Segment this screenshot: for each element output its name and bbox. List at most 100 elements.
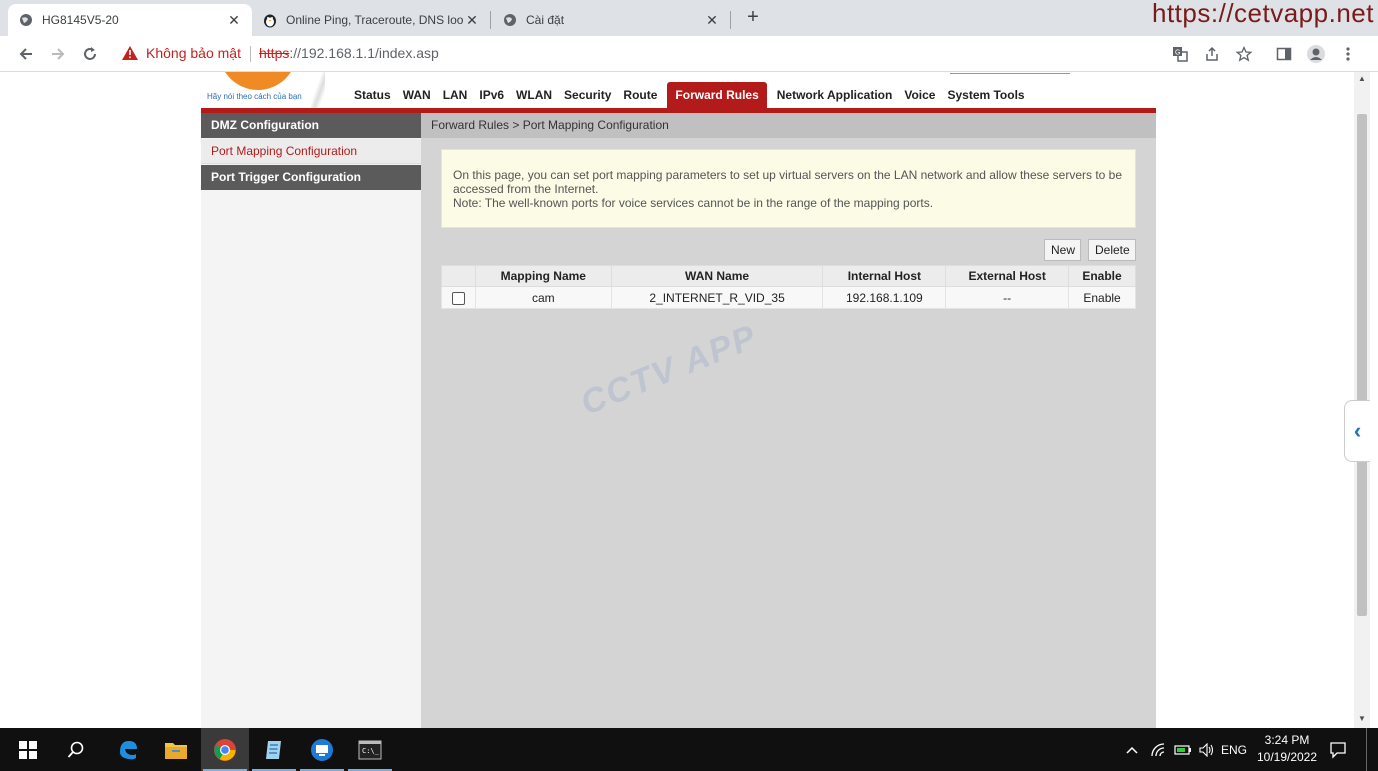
delete-button[interactable]: Delete bbox=[1088, 239, 1136, 261]
nav-wan[interactable]: WAN bbox=[397, 82, 437, 108]
url-watermark: https://cetvapp.net bbox=[1152, 0, 1374, 28]
router-header: Hãy nói theo cách của bạn Status WAN LAN… bbox=[201, 72, 1156, 108]
scroll-up-arrow-icon[interactable]: ▲ bbox=[1358, 74, 1366, 83]
col-wan-name: WAN Name bbox=[610, 265, 824, 287]
breadcrumb: Forward Rules > Port Mapping Configurati… bbox=[421, 113, 1156, 138]
tab-title: Cài đặt bbox=[526, 13, 565, 27]
penguin-icon bbox=[262, 12, 278, 28]
browser-menu-icon[interactable] bbox=[1338, 44, 1358, 64]
main-nav: Status WAN LAN IPv6 WLAN Security Route … bbox=[348, 82, 1031, 108]
chevron-left-icon: ‹ bbox=[1353, 418, 1362, 443]
brand-logo bbox=[219, 72, 297, 90]
input-language[interactable]: ENG bbox=[1220, 728, 1248, 771]
side-panel-icon[interactable] bbox=[1274, 44, 1294, 64]
battery-icon[interactable] bbox=[1172, 728, 1194, 771]
close-tab-icon[interactable]: ✕ bbox=[464, 12, 480, 29]
col-select bbox=[441, 265, 476, 287]
tab-cai-dat[interactable]: Cài đặt ✕ bbox=[492, 4, 730, 36]
port-mapping-table: Mapping Name WAN Name Internal Host Exte… bbox=[441, 265, 1136, 309]
col-external-host: External Host bbox=[945, 265, 1070, 287]
nav-wlan[interactable]: WLAN bbox=[510, 82, 558, 108]
security-indicator[interactable]: Không bảo mật bbox=[122, 45, 241, 61]
header-swoosh bbox=[311, 72, 325, 108]
reload-icon[interactable] bbox=[78, 42, 102, 66]
file-explorer-icon[interactable] bbox=[152, 728, 200, 771]
show-desktop-button[interactable] bbox=[1366, 728, 1370, 771]
nav-network-application[interactable]: Network Application bbox=[771, 82, 899, 108]
show-hidden-icons-chevron-icon[interactable] bbox=[1120, 728, 1144, 771]
table-header-row: Mapping Name WAN Name Internal Host Exte… bbox=[441, 265, 1136, 287]
globe-icon bbox=[18, 12, 34, 28]
table-row[interactable]: cam 2_INTERNET_R_VID_35 192.168.1.109 --… bbox=[441, 286, 1136, 309]
new-button[interactable]: New bbox=[1044, 239, 1081, 261]
tab-separator bbox=[730, 11, 731, 29]
wan-name-cell: 2_INTERNET_R_VID_35 bbox=[610, 286, 824, 309]
scroll-thumb[interactable] bbox=[1357, 114, 1367, 616]
edge-browser-icon[interactable] bbox=[104, 728, 152, 771]
sidebar-item-port-trigger[interactable]: Port Trigger Configuration bbox=[201, 165, 421, 190]
nav-voice[interactable]: Voice bbox=[898, 82, 941, 108]
col-internal-host: Internal Host bbox=[822, 265, 947, 287]
header-box-edge bbox=[950, 72, 1070, 74]
share-icon[interactable] bbox=[1202, 44, 1222, 64]
internal-host-cell: 192.168.1.109 bbox=[822, 286, 947, 309]
notice-line-1: On this page, you can set port mapping p… bbox=[453, 168, 1123, 196]
security-label: Không bảo mật bbox=[146, 45, 241, 61]
close-tab-icon[interactable]: ✕ bbox=[704, 12, 720, 29]
command-prompt-icon[interactable]: C:\_ bbox=[346, 728, 394, 771]
nav-system-tools[interactable]: System Tools bbox=[941, 82, 1030, 108]
system-clock[interactable]: 3:24 PM 10/19/2022 bbox=[1248, 732, 1326, 766]
network-wifi-icon[interactable] bbox=[1148, 728, 1170, 771]
chrome-taskbar-icon[interactable] bbox=[201, 728, 249, 771]
close-tab-icon[interactable]: ✕ bbox=[226, 12, 242, 29]
url-scheme: https bbox=[259, 45, 290, 61]
tab-hg8145v5[interactable]: HG8145V5-20 ✕ bbox=[8, 4, 252, 36]
windows-taskbar: C:\_ ENG 3:24 PM 10/19/2022 bbox=[0, 728, 1378, 771]
sidebar-item-dmz[interactable]: DMZ Configuration bbox=[201, 113, 421, 138]
svg-text:C:\_: C:\_ bbox=[362, 747, 380, 755]
nav-ipv6[interactable]: IPv6 bbox=[473, 82, 510, 108]
new-tab-button[interactable]: + bbox=[742, 7, 764, 29]
warning-icon bbox=[122, 46, 138, 60]
notification-center-icon[interactable] bbox=[1326, 728, 1350, 771]
col-enable: Enable bbox=[1068, 265, 1136, 287]
sidebar: DMZ Configuration Port Mapping Configura… bbox=[201, 113, 421, 728]
tab-title: Online Ping, Traceroute, DNS lookup bbox=[286, 13, 464, 27]
scroll-down-arrow-icon[interactable]: ▼ bbox=[1358, 714, 1366, 723]
brand-slogan: Hãy nói theo cách của bạn bbox=[207, 92, 302, 101]
mapping-name-cell: cam bbox=[474, 286, 612, 309]
tab-separator bbox=[490, 11, 491, 29]
main-content: Forward Rules > Port Mapping Configurati… bbox=[421, 113, 1156, 728]
nav-route[interactable]: Route bbox=[617, 82, 663, 108]
translate-icon[interactable]: G bbox=[1170, 44, 1190, 64]
profile-avatar-icon[interactable] bbox=[1306, 44, 1326, 64]
nav-security[interactable]: Security bbox=[558, 82, 617, 108]
remote-desktop-icon[interactable] bbox=[298, 728, 346, 771]
windows-start-icon[interactable] bbox=[4, 728, 52, 771]
tab-title: HG8145V5-20 bbox=[42, 13, 119, 27]
address-bar-url[interactable]: https://192.168.1.1/index.asp bbox=[259, 45, 439, 61]
svg-text:G: G bbox=[1175, 50, 1180, 57]
external-host-cell: -- bbox=[945, 286, 1070, 309]
side-drawer-handle[interactable]: ‹ bbox=[1344, 400, 1370, 462]
search-icon[interactable] bbox=[52, 728, 100, 771]
gear-globe-icon bbox=[502, 12, 518, 28]
col-mapping-name: Mapping Name bbox=[474, 265, 612, 287]
tab-online-ping[interactable]: Online Ping, Traceroute, DNS lookup ✕ bbox=[252, 4, 490, 36]
nav-forward-rules[interactable]: Forward Rules bbox=[667, 82, 767, 108]
nav-lan[interactable]: LAN bbox=[437, 82, 474, 108]
bookmark-star-icon[interactable] bbox=[1234, 44, 1254, 64]
info-notice: On this page, you can set port mapping p… bbox=[441, 149, 1136, 228]
notes-app-icon[interactable] bbox=[250, 728, 298, 771]
row-checkbox[interactable] bbox=[451, 291, 465, 305]
url-rest: ://192.168.1.1/index.asp bbox=[289, 45, 439, 61]
browser-toolbar: Không bảo mật https://192.168.1.1/index.… bbox=[0, 36, 1378, 72]
volume-icon[interactable] bbox=[1196, 728, 1218, 771]
sidebar-item-port-mapping[interactable]: Port Mapping Configuration bbox=[201, 139, 421, 164]
enable-cell: Enable bbox=[1068, 286, 1136, 309]
notice-line-2: Note: The well-known ports for voice ser… bbox=[453, 196, 934, 210]
clock-date: 10/19/2022 bbox=[1256, 750, 1318, 764]
nav-status[interactable]: Status bbox=[348, 82, 397, 108]
back-icon[interactable] bbox=[14, 42, 38, 66]
forward-icon[interactable] bbox=[46, 42, 70, 66]
